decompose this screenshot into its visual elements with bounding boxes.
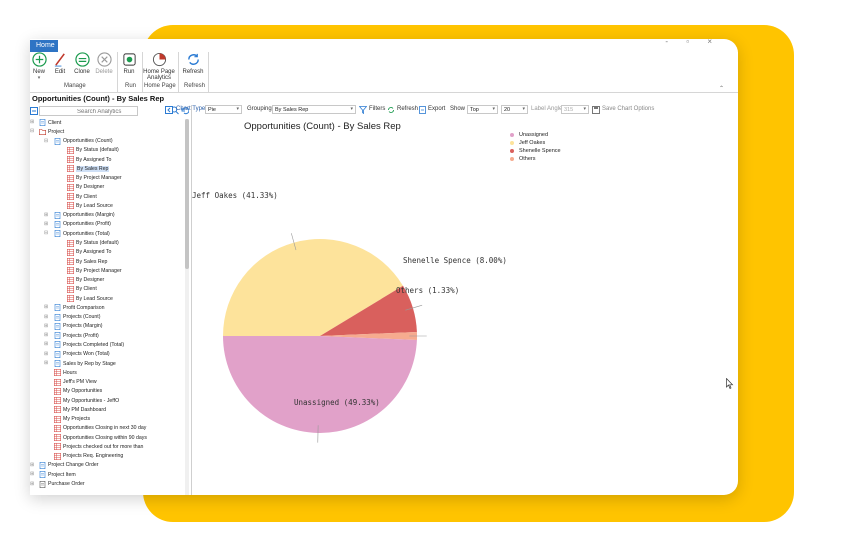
- mouse-cursor-icon: [726, 378, 734, 389]
- pie-data-label: Shenelle Spence (8.00%): [403, 256, 507, 265]
- pie-data-label: Others (1.33%): [396, 286, 460, 295]
- stage: Home - ▫ × New ▾ Edit Clone Delete Manag…: [0, 0, 850, 550]
- pie-chart: [223, 233, 427, 443]
- pie-slice[interactable]: [223, 336, 417, 433]
- pie-data-label: Unassigned (49.33%): [294, 398, 380, 407]
- pie-data-label: Jeff Oakes (41.33%): [192, 191, 278, 200]
- app-window: Home - ▫ × New ▾ Edit Clone Delete Manag…: [30, 39, 738, 495]
